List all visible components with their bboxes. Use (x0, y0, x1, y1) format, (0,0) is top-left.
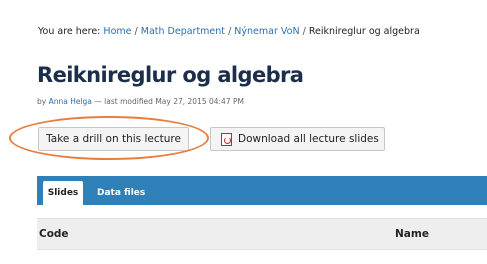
tab-bar: Slides Data files (37, 176, 487, 205)
take-drill-label: Take a drill on this lecture (46, 133, 181, 145)
breadcrumb-separator: / (228, 26, 232, 37)
pdf-icon (221, 132, 232, 146)
download-slides-label: Download all lecture slides (238, 133, 379, 145)
tab-slides[interactable]: Slides (43, 181, 83, 205)
breadcrumb-link-home[interactable]: Home (103, 26, 131, 37)
download-slides-button[interactable]: Download all lecture slides (210, 127, 385, 151)
column-header-name[interactable]: Name (395, 228, 429, 240)
author-link[interactable]: Anna Helga (49, 97, 92, 106)
take-drill-button[interactable]: Take a drill on this lecture (38, 127, 189, 151)
tab-data-files[interactable]: Data files (97, 181, 145, 205)
breadcrumb-prefix: You are here: (38, 26, 101, 37)
breadcrumb: You are here: Home / Math Department / N… (38, 26, 420, 37)
last-modified-text: — last modified May 27, 2015 04:47 PM (94, 97, 244, 106)
breadcrumb-link-nynemar-von[interactable]: Nýnemar VoN (234, 26, 299, 37)
breadcrumb-current: Reiknireglur og algebra (308, 26, 420, 37)
page-title: Reiknireglur og algebra (37, 63, 304, 87)
byline: by Anna Helga — last modified May 27, 20… (37, 97, 244, 106)
breadcrumb-link-math-department[interactable]: Math Department (141, 26, 225, 37)
breadcrumb-separator: / (302, 26, 306, 37)
breadcrumb-separator: / (134, 26, 138, 37)
table-header: Code Name (37, 218, 487, 250)
column-header-code[interactable]: Code (39, 228, 69, 240)
byline-prefix: by (37, 97, 47, 106)
